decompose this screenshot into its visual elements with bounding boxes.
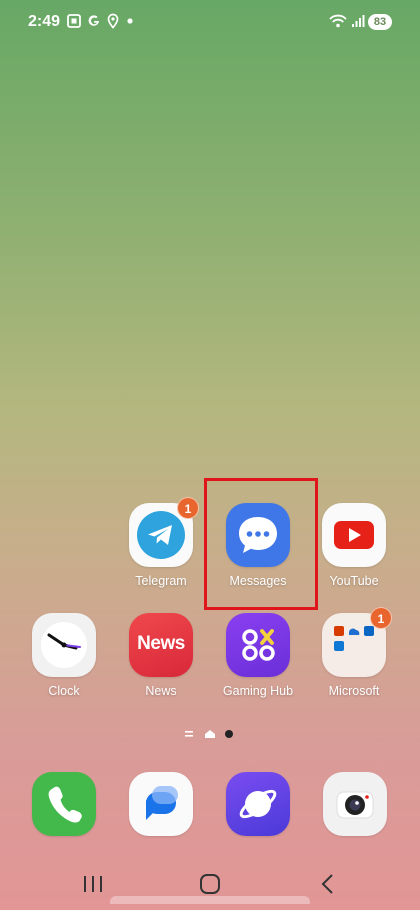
microsoft-folder-icon: 1 (322, 607, 392, 677)
internet-icon[interactable] (226, 772, 290, 836)
clock-icon (32, 613, 96, 677)
google-icon (88, 15, 99, 26)
app-label: Telegram (135, 574, 187, 588)
app-microsoft-folder[interactable]: 1 Microsoft (306, 607, 402, 698)
app-clock[interactable]: Clock (16, 613, 112, 698)
home-icon[interactable] (195, 870, 225, 898)
battery-indicator: 83 (368, 14, 392, 30)
screenshot-icon (67, 14, 81, 28)
location-icon (107, 13, 119, 29)
app-label: Gaming Hub (222, 684, 294, 698)
news-icon: News (129, 613, 193, 677)
highlight-box (204, 478, 318, 610)
app-telegram[interactable]: 1 Telegram (113, 497, 209, 588)
gesture-handle (110, 896, 310, 904)
page-indicator[interactable] (185, 727, 235, 741)
dot-icon (127, 18, 133, 24)
current-page-dot (225, 730, 233, 738)
recents-icon[interactable] (78, 870, 108, 898)
notification-badge: 1 (177, 497, 199, 519)
news-icon-text: News (137, 633, 185, 654)
app-gaming-hub[interactable]: Gaming Hub (210, 613, 306, 698)
telegram-icon: 1 (129, 497, 199, 567)
gaming-hub-icon (226, 613, 290, 677)
youtube-icon (322, 503, 386, 567)
app-label: Microsoft (328, 684, 380, 698)
app-youtube[interactable]: YouTube (306, 503, 402, 588)
app-news[interactable]: News News (113, 613, 209, 698)
home-page-icon (205, 730, 215, 738)
status-time: 2:49 (28, 13, 61, 30)
app-label: News (145, 684, 177, 698)
phone-icon[interactable] (32, 772, 96, 836)
navigation-bar (0, 864, 420, 904)
list-page-icon (185, 731, 193, 737)
app-label: YouTube (329, 574, 379, 588)
wifi-icon (329, 14, 347, 28)
chat-icon[interactable] (129, 772, 193, 836)
notification-badge: 1 (370, 607, 392, 629)
camera-icon[interactable] (323, 772, 387, 836)
back-icon[interactable] (313, 870, 343, 898)
signal-icon (352, 15, 365, 27)
status-bar: 2:49 83 (0, 0, 420, 44)
app-label: Clock (48, 684, 80, 698)
